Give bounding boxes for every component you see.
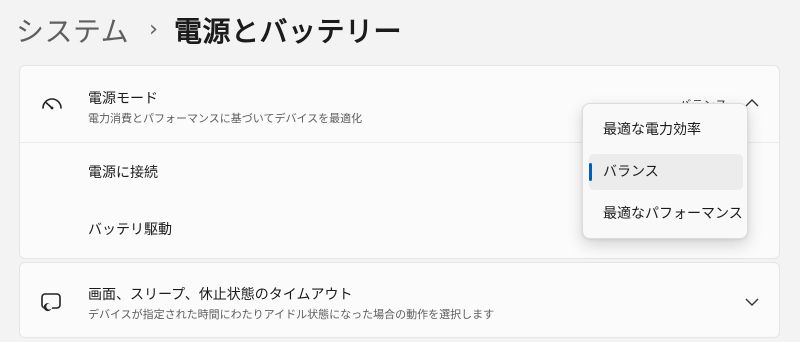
screen-sleep-title: 画面、スリープ、休止状態のタイムアウト — [88, 287, 353, 303]
plugged-in-label: 電源に接続 — [88, 165, 158, 181]
screen-sleep-card[interactable]: 画面、スリープ、休止状態のタイムアウト デバイスが指定された時間にわたりアイドル… — [19, 262, 780, 338]
option-best-power-efficiency[interactable]: 最適な電力効率 — [589, 112, 743, 148]
power-mode-description: 電力消費とパフォーマンスに基づいてデバイスを最適化 — [88, 112, 363, 125]
screen-sleep-icon — [41, 293, 61, 312]
selection-indicator — [589, 163, 592, 181]
power-mode-dropdown: 最適な電力効率 バランス 最適なパフォーマンス — [582, 103, 748, 239]
option-balanced-label: バランス — [603, 164, 659, 180]
breadcrumb: システム › 電源とバッテリー — [16, 8, 402, 52]
option-balanced[interactable]: バランス — [589, 154, 743, 190]
gauge-icon — [42, 98, 62, 110]
breadcrumb-separator: › — [149, 16, 158, 42]
page-title: 電源とバッテリー — [173, 15, 402, 48]
on-battery-label: バッテリ駆動 — [88, 222, 172, 238]
breadcrumb-parent-system[interactable]: システム — [16, 10, 129, 50]
chevron-down-icon[interactable] — [745, 297, 759, 307]
option-best-performance[interactable]: 最適なパフォーマンス — [589, 196, 743, 232]
power-mode-title: 電源モード — [88, 91, 158, 107]
screen-sleep-description: デバイスが指定された時間にわたりアイドル状態になった場合の動作を選択します — [88, 308, 495, 321]
